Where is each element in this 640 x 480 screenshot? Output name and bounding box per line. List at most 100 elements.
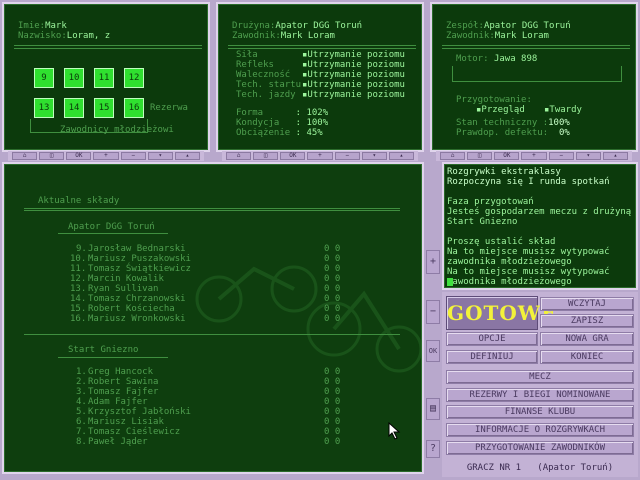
lineups-title: Aktualne składy (38, 196, 120, 206)
stat-value[interactable]: ▪Utrzymanie poziomu (302, 50, 405, 60)
rider-name[interactable]: Mariusz Puszakowski (88, 254, 191, 264)
reserves-button[interactable]: REZERWY I BIEGI NOMINOWANE (446, 388, 634, 402)
rider-score: 0 0 (324, 294, 341, 304)
window-icon[interactable]: ◫ (253, 152, 279, 160)
rider-name[interactable]: Mariusz Lisiak (88, 417, 164, 427)
first-name-label: Imie: (18, 21, 46, 31)
rider-slot-12[interactable]: 12 (124, 68, 144, 88)
define-button[interactable]: DEFINIUJ (446, 350, 538, 364)
save-button[interactable]: ZAPISZ (540, 314, 634, 328)
rider-name[interactable]: Robert Kościecha (88, 304, 175, 314)
window-icon[interactable]: ◫ (39, 152, 65, 160)
rider-score: 0 0 (324, 264, 341, 274)
rider-name[interactable]: Paweł Jąder (88, 437, 148, 447)
rider-name[interactable]: Mariusz Wronkowski (88, 314, 186, 324)
chevron-down-icon[interactable]: ▾ (147, 152, 173, 160)
minus-button[interactable]: − (548, 152, 574, 160)
home-icon[interactable]: ⌂ (226, 152, 252, 160)
ok-button[interactable]: OK (494, 152, 520, 160)
rider-slot-9[interactable]: 9 (34, 68, 54, 88)
load-button[interactable]: WCZYTAJ (540, 297, 634, 311)
team-value: Apator DGG Toruń (483, 21, 571, 31)
new-game-button[interactable]: NOWA GRA (540, 332, 634, 346)
minus-button[interactable]: − (120, 152, 146, 160)
ok-button[interactable]: OK (280, 152, 306, 160)
rider-score: 0 0 (324, 304, 341, 314)
scroll-up-button[interactable]: + (426, 250, 440, 274)
chevron-up-icon[interactable]: ▴ (174, 152, 200, 160)
ready-button[interactable]: GOTOWE (446, 296, 557, 330)
home-icon[interactable]: ⌂ (12, 152, 38, 160)
rider-slot-15[interactable]: 15 (94, 98, 114, 118)
chevron-down-icon[interactable]: ▾ (575, 152, 601, 160)
rider-preparation-button[interactable]: PRZYGOTOWANIE ZAWODNIKÓW (446, 441, 634, 455)
rider-name[interactable]: Krzysztof Jabłoński (88, 407, 191, 417)
rider-slot-11[interactable]: 11 (94, 68, 114, 88)
toolbar-panel3: ⌂ ◫ OK + − ▾ ▴ (436, 151, 632, 161)
stat-value[interactable]: ▪Utrzymanie poziomu (302, 60, 405, 70)
rider-score: 0 0 (324, 407, 341, 417)
rider-slot-14[interactable]: 14 (64, 98, 84, 118)
hard-option[interactable]: ▪Twardy (544, 105, 582, 115)
stat-label: Refleks (236, 60, 274, 70)
rider-number: 2. (76, 377, 87, 387)
rider-name[interactable]: Adam Fajfer (88, 397, 148, 407)
stat-value[interactable]: ▪Utrzymanie poziomu (302, 90, 405, 100)
message-line: Rozpoczyna się I runda spotkań (447, 177, 610, 187)
rider-score: 0 0 (324, 437, 341, 447)
stat-label: Tech. startu (236, 80, 302, 90)
rider-score: 0 0 (324, 367, 341, 377)
minus-button[interactable]: − (334, 152, 360, 160)
ok-side-button[interactable]: OK (426, 340, 440, 362)
rider-slot-16[interactable]: 16 (124, 98, 144, 118)
help-icon[interactable]: ? (426, 440, 440, 458)
rider-name[interactable]: Ryan Sullivan (88, 284, 158, 294)
reserve-label: Rezerwa (150, 103, 188, 113)
rider-value: Mark Loram (280, 31, 335, 41)
match-button[interactable]: MECZ (446, 370, 634, 384)
chevron-down-icon[interactable]: ▾ (361, 152, 387, 160)
quit-button[interactable]: KONIEC (540, 350, 634, 364)
rider-name[interactable]: Greg Hancock (88, 367, 153, 377)
options-button[interactable]: OPCJE (446, 332, 538, 346)
team-value: Apator DGG Toruń (275, 21, 363, 31)
team-label: Drużyna: (232, 21, 276, 31)
rider-name[interactable]: Jarosław Bednarski (88, 244, 186, 254)
rider-name[interactable]: Tomasz Cieślewicz (88, 427, 180, 437)
rider-number: 8. (76, 437, 87, 447)
finances-button[interactable]: FINANSE KLUBU (446, 405, 634, 419)
rider-name[interactable]: Tomasz Świątkiewicz (88, 264, 191, 274)
plus-button[interactable]: + (93, 152, 119, 160)
scroll-down-button[interactable]: − (426, 300, 440, 324)
stat-value[interactable]: ▪Utrzymanie poziomu (302, 80, 405, 90)
rider-slot-10[interactable]: 10 (64, 68, 84, 88)
team1-name: Apator DGG Toruń (68, 222, 155, 232)
rider-number: 6. (76, 417, 87, 427)
window-icon[interactable]: ◫ (467, 152, 493, 160)
home-icon[interactable]: ⌂ (440, 152, 466, 160)
bike-value: Jawa 898 (493, 54, 538, 64)
team-label: Zespół: (446, 21, 484, 31)
list-icon[interactable]: ▤ (426, 398, 440, 420)
rider-name[interactable]: Marcin Kowalik (88, 274, 164, 284)
rider-name[interactable]: Tomasz Chrzanowski (88, 294, 186, 304)
ok-button[interactable]: OK (66, 152, 92, 160)
message-line: zawodnika młodzieżowego (447, 277, 572, 287)
rider-slot-13[interactable]: 13 (34, 98, 54, 118)
rider-score: 0 0 (324, 274, 341, 284)
rider-score: 0 0 (324, 254, 341, 264)
toolbar-panel2: ⌂ ◫ OK + − ▾ ▴ (222, 151, 418, 161)
rider-name[interactable]: Robert Sawina (88, 377, 158, 387)
inspection-option[interactable]: ▪Przegląd (476, 105, 525, 115)
message-line: Faza przygotowań (447, 197, 534, 207)
chevron-up-icon[interactable]: ▴ (602, 152, 628, 160)
player-status-text: GRACZ NR 1 (Apator Toruń) (466, 463, 614, 473)
team2-name: Start Gniezno (68, 345, 139, 355)
plus-button[interactable]: + (521, 152, 547, 160)
rider-name[interactable]: Tomasz Fajfer (88, 387, 158, 397)
league-info-button[interactable]: INFORMACJE O ROZGRYWKACH (446, 423, 634, 437)
chevron-up-icon[interactable]: ▴ (388, 152, 414, 160)
plus-button[interactable]: + (307, 152, 333, 160)
failure-value: 0% (558, 128, 570, 138)
stat-value[interactable]: ▪Utrzymanie poziomu (302, 70, 405, 80)
